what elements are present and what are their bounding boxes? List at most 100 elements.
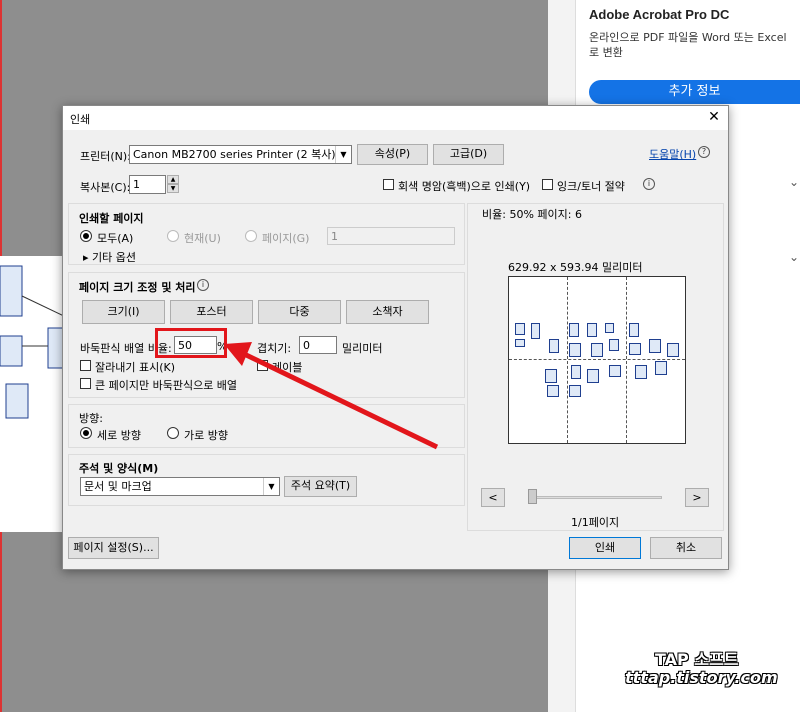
diagram-box xyxy=(609,339,619,351)
radio-pages[interactable] xyxy=(245,230,257,242)
printer-label: 프린터(N): xyxy=(80,150,131,163)
document-diagram xyxy=(0,265,65,419)
info-icon[interactable]: i xyxy=(643,178,655,190)
diagram-box xyxy=(587,323,597,337)
overlap-label: 겹치기: xyxy=(257,342,292,355)
overlap-input[interactable]: 0 xyxy=(299,336,337,354)
document-page-thumbnail xyxy=(0,256,65,532)
panel-description: 온라인으로 PDF 파일을 Word 또는 Excel로 변환 xyxy=(589,31,787,59)
preview-dimensions: 629.92 x 593.94 밀리미터 xyxy=(508,261,643,274)
more-options-label: 기타 옵션 xyxy=(92,251,137,264)
diagram-box xyxy=(569,323,579,337)
cut-marks-checkbox[interactable] xyxy=(80,360,91,371)
grayscale-checkbox[interactable] xyxy=(383,179,394,190)
pages-to-print-group: 인쇄할 페이지 모두(A) 현재(U) 페이지(G) 1 ▸ 기타 옵션 xyxy=(68,203,465,265)
copies-down-icon[interactable]: ▼ xyxy=(167,184,179,193)
properties-button[interactable]: 속성(P) xyxy=(357,144,428,165)
chevron-down-icon: ▼ xyxy=(335,146,351,163)
radio-all-label: 모두(A) xyxy=(97,232,134,245)
pages-group-title: 인쇄할 페이지 xyxy=(79,212,144,225)
radio-pages-label: 페이지(G) xyxy=(262,232,310,245)
diagram-box xyxy=(629,323,639,337)
preview-paper xyxy=(508,276,686,444)
comments-group-title: 주석 및 양식(M) xyxy=(79,462,159,475)
watermark-site: tttap.tistory.com xyxy=(625,668,778,687)
pages-range-input[interactable]: 1 xyxy=(327,227,455,245)
summarize-comments-button[interactable]: 주석 요약(T) xyxy=(284,476,357,497)
diagram-box xyxy=(569,385,581,397)
size-button[interactable]: 크기(I) xyxy=(82,300,165,324)
tile-line xyxy=(567,277,568,443)
chevron-down-icon: ▼ xyxy=(263,478,279,495)
radio-current-label: 현재(U) xyxy=(184,232,221,245)
orientation-title: 방향: xyxy=(79,412,103,425)
page-indicator: 1/1페이지 xyxy=(571,516,620,529)
more-info-button[interactable]: 추가 정보 xyxy=(589,80,800,104)
save-ink-label: 잉크/토너 절약 xyxy=(557,180,625,193)
diagram-box xyxy=(591,343,603,357)
orientation-group: 방향: 세로 방향 가로 방향 xyxy=(68,404,465,448)
diagram-box xyxy=(635,365,647,379)
preview-scale-text: 비율: 50% 페이지: 6 xyxy=(482,208,582,221)
save-ink-checkbox[interactable] xyxy=(542,179,553,190)
diagram-box xyxy=(667,343,679,357)
watermark-title: TAP 소프트 xyxy=(655,650,739,669)
copies-label: 복사본(C): xyxy=(80,181,131,194)
diagram-box xyxy=(587,369,599,383)
print-button[interactable]: 인쇄 xyxy=(569,537,641,559)
page-sizing-group: 페이지 크기 조정 및 처리 i 크기(I) 포스터 다중 소책자 바둑판식 배… xyxy=(68,272,465,398)
tile-large-only-checkbox[interactable] xyxy=(80,378,91,389)
radio-landscape[interactable] xyxy=(167,427,179,439)
labels-label: 레이블 xyxy=(272,361,303,374)
panel-title: Adobe Acrobat Pro DC xyxy=(589,7,730,22)
diagram-box xyxy=(649,339,661,353)
labels-checkbox[interactable] xyxy=(257,360,268,371)
printer-select[interactable]: Canon MB2700 series Printer (2 복사) ▼ xyxy=(129,145,352,164)
printer-select-value: Canon MB2700 series Printer (2 복사) xyxy=(133,148,336,161)
radio-all[interactable] xyxy=(80,230,92,242)
cut-marks-label: 잘라내기 표시(K) xyxy=(95,361,176,374)
diagram-box xyxy=(515,339,525,347)
preview-slider-thumb[interactable] xyxy=(528,489,537,504)
diagram-box xyxy=(569,343,581,357)
diagram-box xyxy=(609,365,621,377)
cancel-button[interactable]: 취소 xyxy=(650,537,722,559)
preview-next-button[interactable]: > xyxy=(685,488,709,507)
page-setup-button[interactable]: 페이지 설정(S)... xyxy=(68,537,159,559)
diagram-box xyxy=(531,323,540,339)
booklet-button[interactable]: 소책자 xyxy=(346,300,429,324)
tile-line xyxy=(626,277,627,443)
sizing-group-title: 페이지 크기 조정 및 처리 xyxy=(79,281,196,294)
comments-forms-group: 주석 및 양식(M) 문서 및 마크업 ▼ 주석 요약(T) xyxy=(68,454,465,506)
diagram-box xyxy=(515,323,525,335)
radio-portrait[interactable] xyxy=(80,427,92,439)
overlap-unit: 밀리미터 xyxy=(342,342,383,355)
diagram-box xyxy=(549,339,559,353)
info-icon[interactable]: i xyxy=(197,279,209,291)
chevron-down-icon-2[interactable]: ⌄ xyxy=(789,250,799,264)
dialog-title: 인쇄 xyxy=(70,113,91,126)
copies-input[interactable]: 1 xyxy=(129,175,166,194)
grayscale-label: 회색 명암(흑백)으로 인쇄(Y) xyxy=(398,180,531,193)
help-question-icon[interactable]: ? xyxy=(698,146,710,158)
copies-up-icon[interactable]: ▲ xyxy=(167,175,179,184)
poster-button[interactable]: 포스터 xyxy=(170,300,253,324)
diagram-box xyxy=(545,369,557,383)
close-icon[interactable]: ✕ xyxy=(705,108,723,126)
preview-slider-track[interactable] xyxy=(528,496,662,499)
radio-current[interactable] xyxy=(167,230,179,242)
radio-landscape-label: 가로 방향 xyxy=(184,429,228,442)
chevron-down-icon[interactable]: ⌄ xyxy=(789,175,799,189)
comments-select[interactable]: 문서 및 마크업 ▼ xyxy=(80,477,280,496)
advanced-button[interactable]: 고급(D) xyxy=(433,144,504,165)
tile-line xyxy=(509,359,685,360)
diagram-box xyxy=(629,343,641,355)
highlight-box xyxy=(155,328,227,358)
diagram-box xyxy=(605,323,614,333)
more-options-toggle[interactable]: ▸ 기타 옵션 xyxy=(83,249,136,265)
help-link[interactable]: 도움말(H) xyxy=(649,146,696,162)
comments-select-value: 문서 및 마크업 xyxy=(84,480,152,493)
diagram-box xyxy=(571,365,581,379)
preview-prev-button[interactable]: < xyxy=(481,488,505,507)
multiple-button[interactable]: 다중 xyxy=(258,300,341,324)
